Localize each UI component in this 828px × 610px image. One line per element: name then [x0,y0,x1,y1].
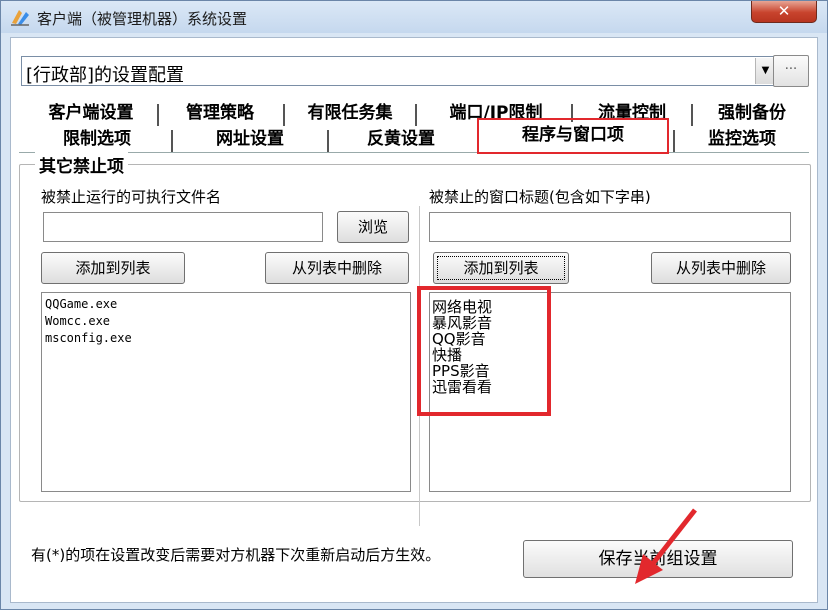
window-title-input[interactable] [429,212,791,242]
active-tab-highlight [477,118,669,154]
tab-divider [415,104,417,126]
tab-divider [691,104,693,126]
config-select[interactable]: [行政部]的设置配置 ▼ [21,56,777,86]
list-highlight-box [417,286,551,416]
tab-divider [283,104,285,126]
close-button[interactable]: ✕ [751,1,817,23]
restart-note: 有(*)的项在设置改变后需要对方机器下次重新启动后方生效。 [31,546,441,564]
tab-baseline [19,152,809,153]
exe-add-button[interactable]: 添加到列表 [41,252,185,284]
window-title-add-button[interactable]: 添加到列表 [433,252,569,284]
group-title: 其它禁止项 [35,152,128,177]
exe-list[interactable]: QQGame.exe Womcc.exe msconfig.exe [41,292,411,492]
arrow-annotation-icon [635,508,697,584]
list-item[interactable]: QQGame.exe [42,296,410,313]
tab-client-settings[interactable]: 客户端设置 [27,100,155,126]
config-select-value: [行政部]的设置配置 [26,65,185,86]
tab-monitor-options[interactable]: 监控选项 [679,126,805,152]
client-area: [行政部]的设置配置 ▼ ··· 客户端设置 管理策略 有限任务集 端口/IP限… [10,37,818,603]
list-item[interactable]: Womcc.exe [42,313,410,330]
tab-anti-porn[interactable]: 反黄设置 [331,126,471,152]
tab-management-policy[interactable]: 管理策略 [161,100,279,126]
settings-window: 客户端（被管理机器）系统设置 ✕ [行政部]的设置配置 ▼ ··· 客户端设置 … [0,0,828,610]
title-bar: 客户端（被管理机器）系统设置 ✕ [1,1,827,33]
tab-divider [327,130,329,152]
tab-restrictions[interactable]: 限制选项 [27,126,167,152]
focus-rectangle [437,256,565,280]
list-item[interactable]: msconfig.exe [42,330,410,347]
app-icon [11,10,29,26]
window-title-remove-button[interactable]: 从列表中删除 [651,252,791,284]
exe-remove-button[interactable]: 从列表中删除 [265,252,409,284]
exe-label: 被禁止运行的可执行文件名 [41,188,222,206]
window-title: 客户端（被管理机器）系统设置 [37,10,248,28]
window-title-label: 被禁止的窗口标题(包含如下字串) [429,188,651,206]
tab-url-settings[interactable]: 网址设置 [175,126,325,152]
more-button[interactable]: ··· [773,55,809,87]
chevron-down-icon[interactable]: ▼ [755,58,775,84]
tab-divider [157,104,159,126]
browse-button[interactable]: 浏览 [337,211,409,243]
exe-input[interactable] [43,212,323,242]
tab-limited-tasks[interactable]: 有限任务集 [287,100,413,126]
tab-forced-backup[interactable]: 强制备份 [697,100,807,126]
tab-divider [171,130,173,152]
tab-divider [673,130,675,152]
